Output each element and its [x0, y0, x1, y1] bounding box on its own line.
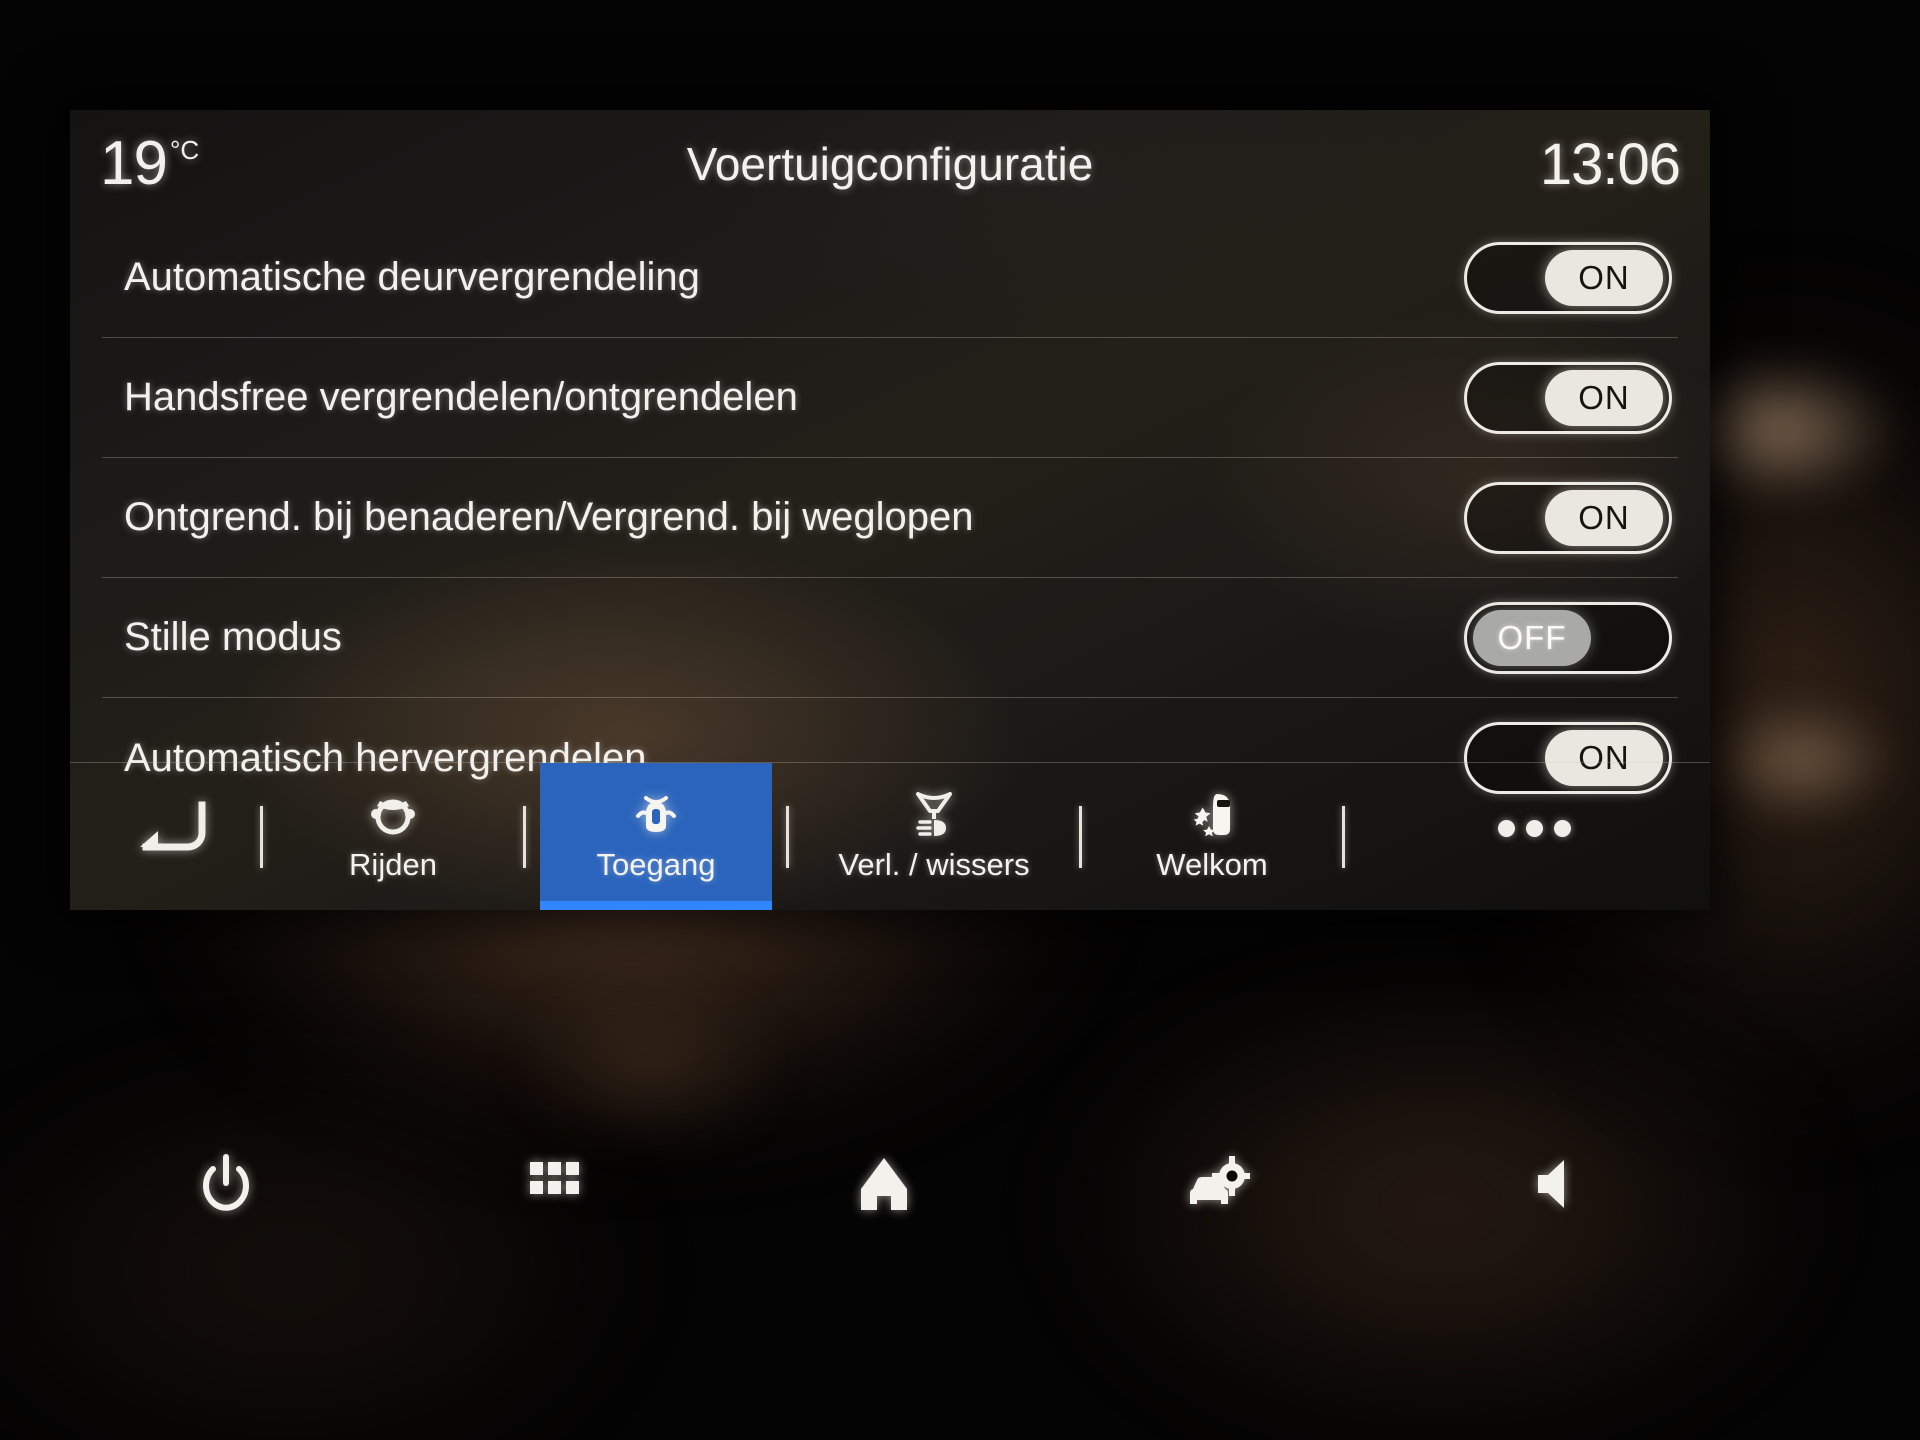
page-title: Voertuigconfiguratie: [686, 138, 1094, 190]
tab-rijden[interactable]: Rijden: [277, 763, 509, 910]
steering-wheel-icon: [368, 790, 418, 840]
tab-welkom[interactable]: Welkom: [1096, 763, 1328, 910]
setting-label: Stille modus: [124, 615, 342, 659]
glare-highlight: [1700, 700, 1900, 820]
setting-label: Ontgrend. bij benaderen/Vergrend. bij we…: [124, 495, 974, 539]
vehicle-settings-icon: [1190, 1156, 1250, 1204]
toggle-handsfree-vergrendelen[interactable]: ON: [1464, 361, 1672, 434]
status-bar: 19 °C Voertuigconfiguratie 13:06: [70, 110, 1710, 218]
toggle-automatische-deurvergrendeling[interactable]: ON: [1464, 241, 1672, 314]
ellipsis-icon: [1498, 820, 1515, 837]
toggle-knob: ON: [1545, 489, 1663, 546]
ellipsis-icon: [1554, 820, 1571, 837]
wiper-headlight-icon: [908, 790, 960, 840]
tab-label: Toegang: [596, 847, 716, 882]
toggle-ontgrendelen-bij-benaderen[interactable]: ON: [1464, 481, 1672, 554]
temperature-value: 19: [100, 129, 168, 198]
more-options-button[interactable]: [1359, 763, 1710, 910]
hardware-button-bar: [70, 1124, 1710, 1244]
apps-button[interactable]: [526, 1156, 582, 1212]
car-key-remote-icon: [632, 790, 680, 840]
toggle-knob: OFF: [1473, 609, 1591, 666]
clock: 13:06: [1539, 131, 1681, 197]
toggle-knob: ON: [1545, 249, 1663, 306]
vehicle-settings-button[interactable]: [1186, 1154, 1250, 1214]
tab-bar: Rijden Toegang Verl. / wissers Welkom: [70, 762, 1710, 910]
table-row[interactable]: Automatische deurvergrendeling ON: [102, 218, 1678, 338]
home-icon: [861, 1158, 907, 1210]
toggle-stille-modus[interactable]: OFF: [1464, 601, 1672, 674]
car-stars-icon: [1187, 790, 1237, 840]
temperature-unit: °C: [169, 135, 200, 165]
divider: [1342, 805, 1345, 868]
apps-grid-icon: [530, 1162, 579, 1194]
glare-highlight: [520, 990, 780, 1140]
setting-label: Handsfree vergrendelen/ontgrendelen: [124, 375, 798, 419]
divider: [523, 805, 526, 868]
back-button[interactable]: [96, 763, 246, 910]
divider: [1079, 805, 1082, 868]
infotainment-screen: 19 °C Voertuigconfiguratie 13:06 Automat…: [70, 110, 1710, 910]
ellipsis-icon: [1526, 820, 1543, 837]
table-row[interactable]: Stille modus OFF: [102, 578, 1678, 698]
power-icon: [203, 1154, 249, 1211]
back-arrow-icon: [140, 801, 206, 850]
tab-label: Rijden: [349, 847, 437, 882]
tab-label: Welkom: [1156, 847, 1268, 882]
divider: [786, 805, 789, 868]
settings-list: Automatische deurvergrendeling ON Handsf…: [70, 218, 1710, 818]
divider: [260, 805, 263, 868]
table-row[interactable]: Ontgrend. bij benaderen/Vergrend. bij we…: [102, 458, 1678, 578]
glare-reflection: [0, 1060, 640, 1440]
setting-label: Automatische deurvergrendeling: [124, 255, 700, 299]
volume-speaker-icon: [1538, 1160, 1564, 1208]
tab-verlichting-wissers[interactable]: Verl. / wissers: [803, 763, 1065, 910]
toggle-knob: ON: [1545, 369, 1663, 426]
table-row[interactable]: Handsfree vergrendelen/ontgrendelen ON: [102, 338, 1678, 458]
tab-toegang[interactable]: Toegang: [540, 763, 772, 910]
power-button[interactable]: [200, 1153, 252, 1215]
dashboard-photo: 19 °C Voertuigconfiguratie 13:06 Automat…: [0, 0, 1920, 1440]
tab-label: Verl. / wissers: [838, 847, 1030, 882]
home-button[interactable]: [856, 1155, 912, 1213]
volume-button[interactable]: [1524, 1155, 1580, 1213]
outside-temperature: 19 °C: [100, 133, 400, 195]
